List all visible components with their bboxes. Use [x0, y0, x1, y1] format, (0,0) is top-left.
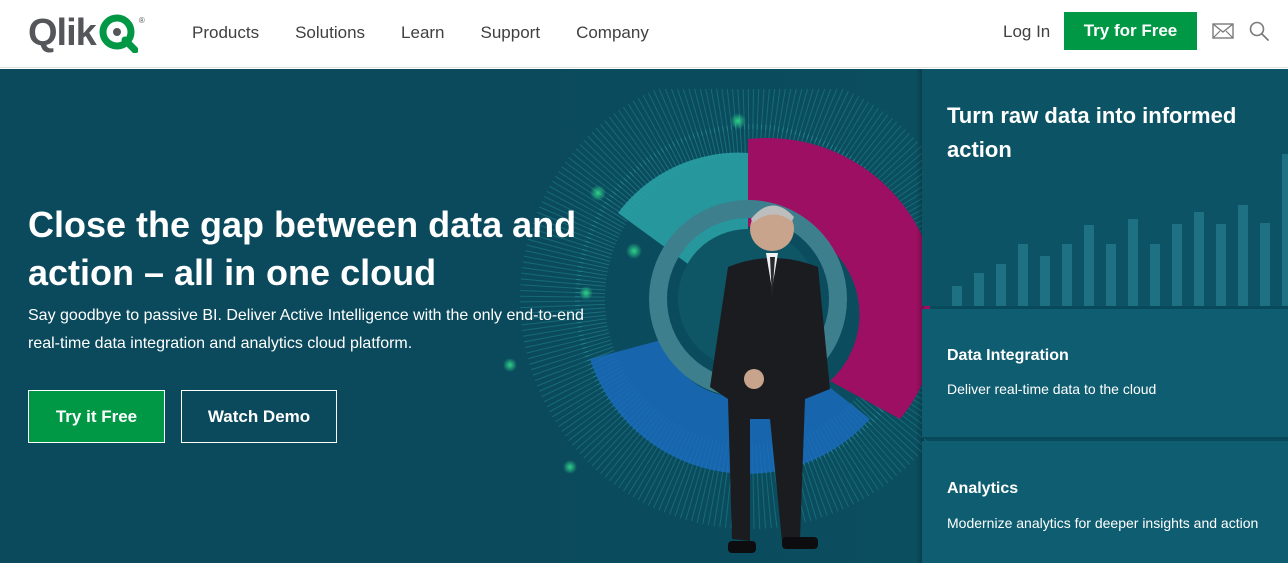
site-header: Qlik ® Products Solutions Learn Support …: [0, 0, 1288, 68]
login-link[interactable]: Log In: [1003, 21, 1050, 43]
nav-item-support[interactable]: Support: [481, 22, 541, 44]
nav-item-solutions[interactable]: Solutions: [295, 22, 365, 44]
card-analytics[interactable]: Analytics Modernize analytics for deeper…: [922, 441, 1288, 563]
qlik-logo[interactable]: Qlik ®: [28, 13, 145, 53]
promo-panel[interactable]: Turn raw data into informed action: [922, 69, 1288, 306]
nav-item-learn[interactable]: Learn: [401, 22, 444, 44]
card-data-integration[interactable]: Data Integration Deliver real-time data …: [922, 309, 1288, 437]
logo-registered-mark: ®: [138, 16, 145, 25]
card-description: Modernize analytics for deeper insights …: [947, 515, 1259, 531]
nav-item-company[interactable]: Company: [576, 22, 649, 44]
card-title: Data Integration: [947, 347, 1069, 364]
hero-section: Close the gap between data and action – …: [0, 69, 1288, 563]
try-for-free-button[interactable]: Try for Free: [1064, 12, 1197, 50]
hero-title: Close the gap between data and action – …: [28, 204, 577, 293]
mail-icon[interactable]: [1212, 22, 1234, 40]
logo-wordmark: Qlik: [28, 12, 97, 54]
card-description: Deliver real-time data to the cloud: [947, 381, 1157, 397]
logo-q-icon: [99, 14, 138, 53]
hero-subtitle: Say goodbye to passive BI. Deliver Activ…: [28, 307, 584, 352]
promo-panel-title: Turn raw data into informed action: [947, 103, 1237, 162]
card-title: Analytics: [947, 480, 1019, 497]
main-nav: Products Solutions Learn Support Company: [192, 22, 685, 44]
nav-item-products[interactable]: Products: [192, 22, 259, 44]
try-it-free-button[interactable]: Try it Free: [28, 390, 165, 443]
search-icon[interactable]: [1249, 21, 1269, 41]
watch-demo-button[interactable]: Watch Demo: [181, 390, 337, 443]
